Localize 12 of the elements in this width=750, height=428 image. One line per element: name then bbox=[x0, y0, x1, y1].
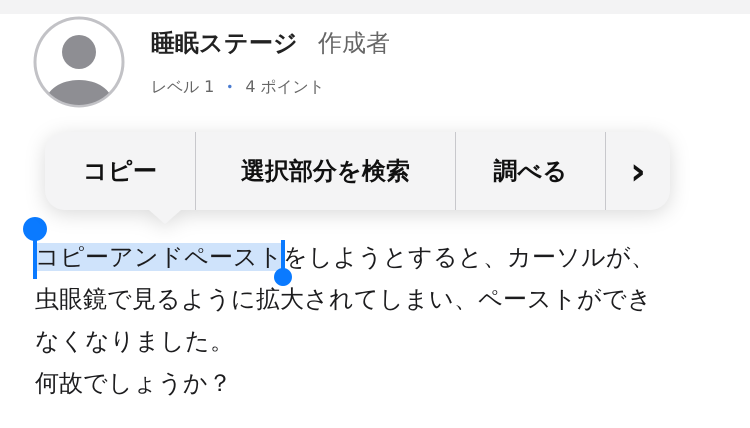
author-role: 作成者 bbox=[318, 28, 390, 58]
post-text: 何故でしょうか？ bbox=[35, 368, 233, 399]
avatar-icon bbox=[33, 16, 125, 108]
post-text: コピーアンドペースト をしようとすると、カーソルが、虫眼鏡で見るように拡大されてしまい、ペーストができなくなりました。 bbox=[35, 236, 664, 362]
menu-item[interactable]: 調べる bbox=[455, 132, 605, 210]
more-button[interactable]: › bbox=[605, 132, 670, 210]
author-points: 4 ポイント bbox=[245, 76, 325, 98]
author-level: レベル 1 bbox=[151, 76, 214, 98]
author-name[interactable]: 睡眠ステージ bbox=[151, 26, 298, 58]
menu-item[interactable]: コピー bbox=[45, 132, 195, 210]
menu-item[interactable]: 選択部分を検索 bbox=[195, 132, 455, 210]
separator-dot: • bbox=[226, 80, 234, 94]
